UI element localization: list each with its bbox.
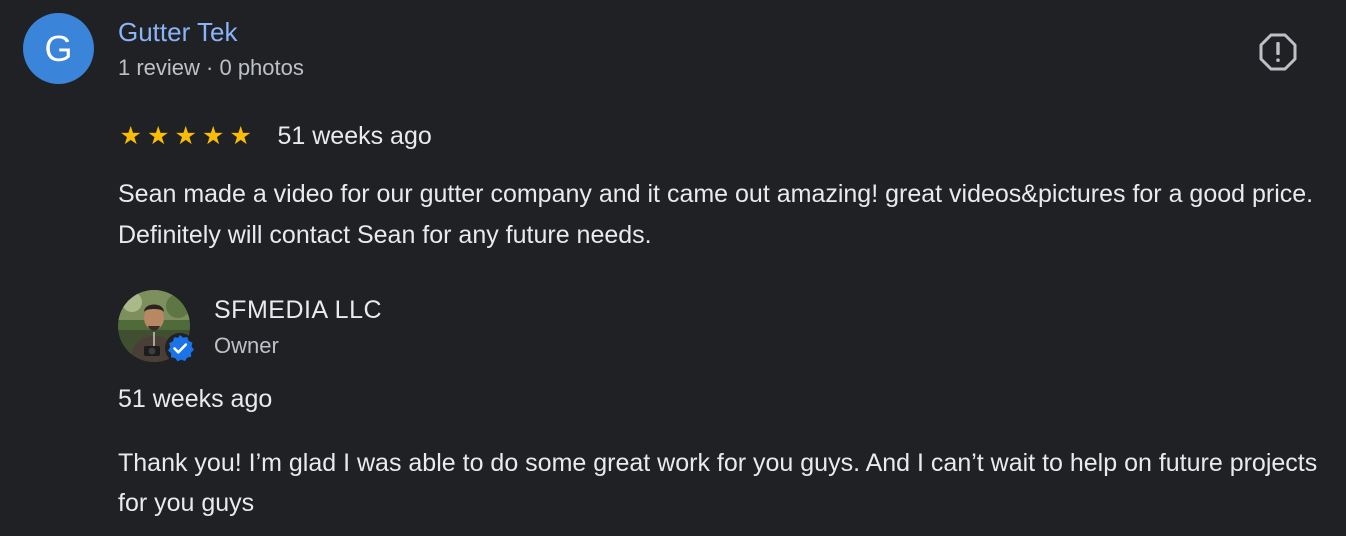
- star-icon: ★: [119, 122, 142, 150]
- star-icon: ★: [147, 122, 170, 150]
- star-icon: ★: [174, 122, 197, 150]
- review-text: Sean made a video for our gutter company…: [118, 180, 1314, 249]
- review-date: 51 weeks ago: [277, 122, 432, 150]
- owner-response-text: Thank you! I’m glad I was able to do som…: [118, 449, 1318, 517]
- star-rating: ★ ★ ★ ★ ★: [118, 121, 254, 151]
- review-card: G Gutter Tek 1 review · 0 photos ★ ★ ★ ★ ★ 5…: [0, 0, 1346, 536]
- response-date: 51 weeks ago: [118, 385, 273, 413]
- star-icon: ★: [229, 122, 252, 150]
- report-flag-icon: [1259, 33, 1297, 71]
- star-icon: ★: [202, 122, 225, 150]
- reviewer-name-link[interactable]: Gutter Tek: [118, 15, 237, 49]
- report-review-button[interactable]: [1252, 28, 1304, 76]
- verified-badge-icon: [165, 333, 195, 363]
- rating-row: ★ ★ ★ ★ ★ 51 weeks ago: [118, 120, 432, 152]
- owner-avatar[interactable]: [118, 290, 195, 363]
- owner-name: SFMEDIA LLC: [214, 296, 383, 324]
- reviewer-meta: 1 review · 0 photos: [118, 55, 304, 80]
- reviewer-avatar[interactable]: G: [23, 13, 94, 84]
- owner-role: Owner: [214, 333, 279, 358]
